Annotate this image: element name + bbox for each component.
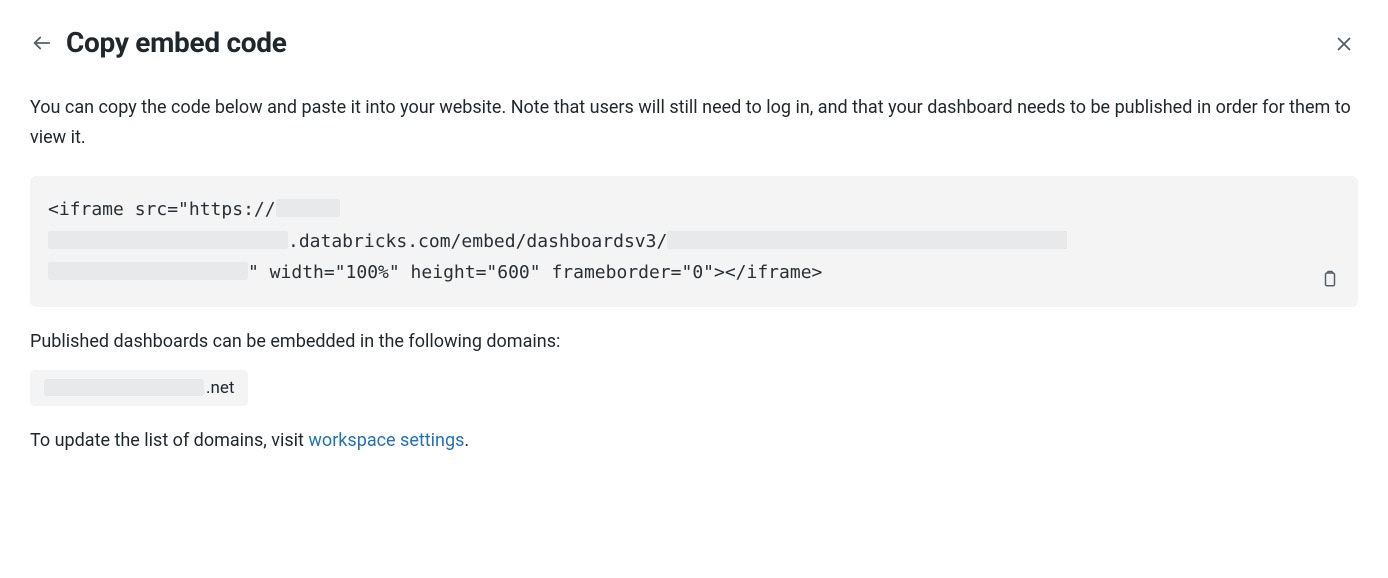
back-arrow-icon[interactable] [30, 31, 54, 55]
redacted-domain-name [44, 379, 204, 396]
update-prefix: To update the list of domains, visit [30, 430, 308, 451]
embed-code-block: <iframe src="https:// .databricks.com/em… [30, 176, 1358, 307]
redacted-host-mid [48, 231, 288, 249]
workspace-settings-link[interactable]: workspace settings [308, 430, 464, 451]
code-text-quote: " [248, 262, 259, 283]
copy-icon[interactable] [1318, 267, 1342, 291]
code-text-3: width="100%" height="600" frameborder="0… [259, 262, 823, 283]
domain-suffix: .net [206, 378, 234, 398]
domains-label: Published dashboards can be embedded in … [30, 331, 1358, 352]
redacted-host-prefix [276, 199, 340, 217]
redacted-dashboard-id [667, 231, 1067, 249]
update-domains-line: To update the list of domains, visit wor… [30, 430, 1358, 451]
dialog-description: You can copy the code below and paste it… [30, 93, 1358, 152]
embed-code-dialog: Copy embed code You can copy the code be… [0, 0, 1388, 481]
dialog-header: Copy embed code [30, 26, 1358, 59]
update-suffix: . [464, 430, 469, 451]
close-icon[interactable] [1330, 30, 1358, 58]
dialog-title: Copy embed code [66, 26, 287, 59]
domain-chip: .net [30, 370, 248, 406]
code-text-1: <iframe src="https:// [48, 199, 276, 220]
code-text-2: .databricks.com/embed/dashboardsv3/ [288, 231, 667, 252]
redacted-tail [48, 262, 248, 280]
